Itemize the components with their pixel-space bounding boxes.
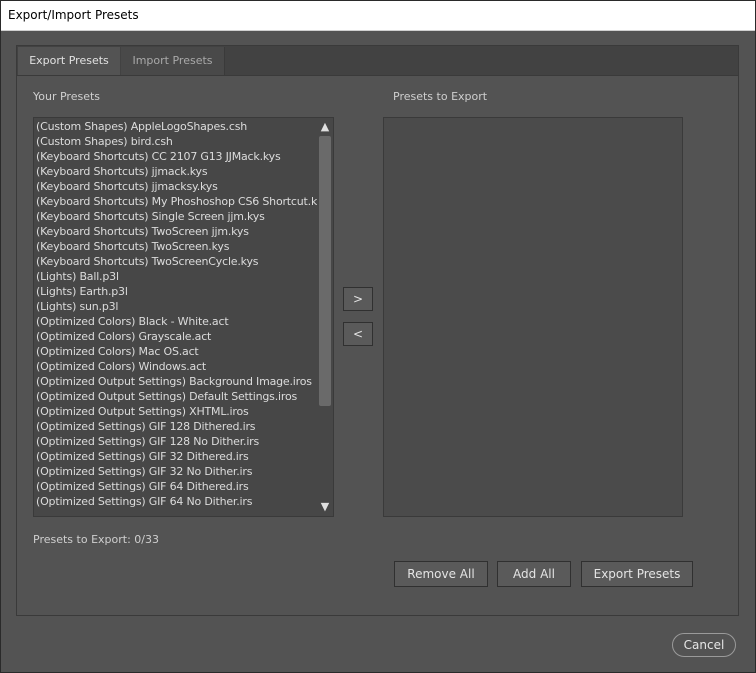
your-presets-list[interactable]: (Custom Shapes) AppleLogoShapes.csh (Cust… [33,117,334,517]
preset-list-item[interactable]: (Optimized Colors) Windows.act [34,359,317,374]
preset-list-item[interactable]: (Optimized Colors) Grayscale.act [34,329,317,344]
preset-list-item[interactable]: (Keyboard Shortcuts) jjmacksy.kys [34,179,317,194]
remove-all-button[interactable]: Remove All [394,561,488,587]
scroll-down-icon[interactable]: ▼ [319,501,331,513]
your-presets-heading: Your Presets [33,90,101,103]
preset-list-item[interactable]: (Keyboard Shortcuts) jjmack.kys [34,164,317,179]
preset-list-item[interactable]: (Optimized Output Settings) Default Sett… [34,389,317,404]
tab-export-presets[interactable]: Export Presets [18,47,120,75]
preset-list-item[interactable]: (Optimized Output Settings) XHTML.iros [34,404,317,419]
tab-strip: Export Presets Import Presets [17,46,738,76]
add-all-button[interactable]: Add All [497,561,571,587]
preset-list-items: (Custom Shapes) AppleLogoShapes.csh (Cust… [34,118,317,516]
preset-list-item[interactable]: (Optimized Output Settings) Background I… [34,374,317,389]
list-scrollbar[interactable]: ▲ ▼ [317,118,333,516]
preset-list-item[interactable]: (Optimized Settings) GIF 128 Dithered.ir… [34,419,317,434]
preset-list-item[interactable]: (Keyboard Shortcuts) TwoScreenCycle.kys [34,254,317,269]
tab-import-presets[interactable]: Import Presets [121,47,225,75]
preset-list-item[interactable]: (Optimized Colors) Black - White.act [34,314,317,329]
export-presets-button[interactable]: Export Presets [581,561,693,587]
preset-list-item[interactable]: (Optimized Settings) GIF 64 Dithered.irs [34,479,317,494]
add-selected-button[interactable]: > [343,287,373,311]
preset-list-item[interactable]: (Custom Shapes) AppleLogoShapes.csh [34,119,317,134]
cancel-button[interactable]: Cancel [672,633,736,657]
preset-list-item[interactable]: (Lights) Ball.p3l [34,269,317,284]
presets-to-export-heading: Presets to Export [393,90,488,103]
preset-list-item[interactable]: (Keyboard Shortcuts) TwoScreen.kys [34,239,317,254]
preset-list-item[interactable]: (Optimized Settings) GIF 128 No Dither.i… [34,434,317,449]
preset-list-item[interactable]: (Lights) sun.p3l [34,299,317,314]
preset-list-item[interactable]: (Optimized Settings) GIF 32 No Dither.ir… [34,464,317,479]
scroll-thumb[interactable] [319,136,331,406]
preset-list-item[interactable]: (Optimized Settings) GIF 32 Dithered.irs [34,449,317,464]
preset-list-item[interactable]: (Keyboard Shortcuts) CC 2107 G13 JJMack.… [34,149,317,164]
preset-list-item[interactable]: (Lights) Earth.p3l [34,284,317,299]
preset-list-item[interactable]: (Keyboard Shortcuts) TwoScreen jjm.kys [34,224,317,239]
presets-to-export-list[interactable] [383,117,683,517]
remove-selected-button[interactable]: < [343,322,373,346]
preset-list-item[interactable]: (Optimized Settings) GIF 64 No Dither.ir… [34,494,317,509]
presets-panel: Export Presets Import Presets Your Prese… [16,45,739,616]
presets-count-status: Presets to Export: 0/33 [33,533,159,546]
preset-list-item[interactable]: (Keyboard Shortcuts) Single Screen jjm.k… [34,209,317,224]
preset-list-item[interactable]: (Custom Shapes) bird.csh [34,134,317,149]
preset-list-item[interactable]: (Optimized Colors) Mac OS.act [34,344,317,359]
window-title: Export/Import Presets [0,0,756,31]
preset-list-item[interactable]: (Keyboard Shortcuts) My Phoshoshop CS6 S… [34,194,317,209]
scroll-up-icon[interactable]: ▲ [319,121,331,133]
